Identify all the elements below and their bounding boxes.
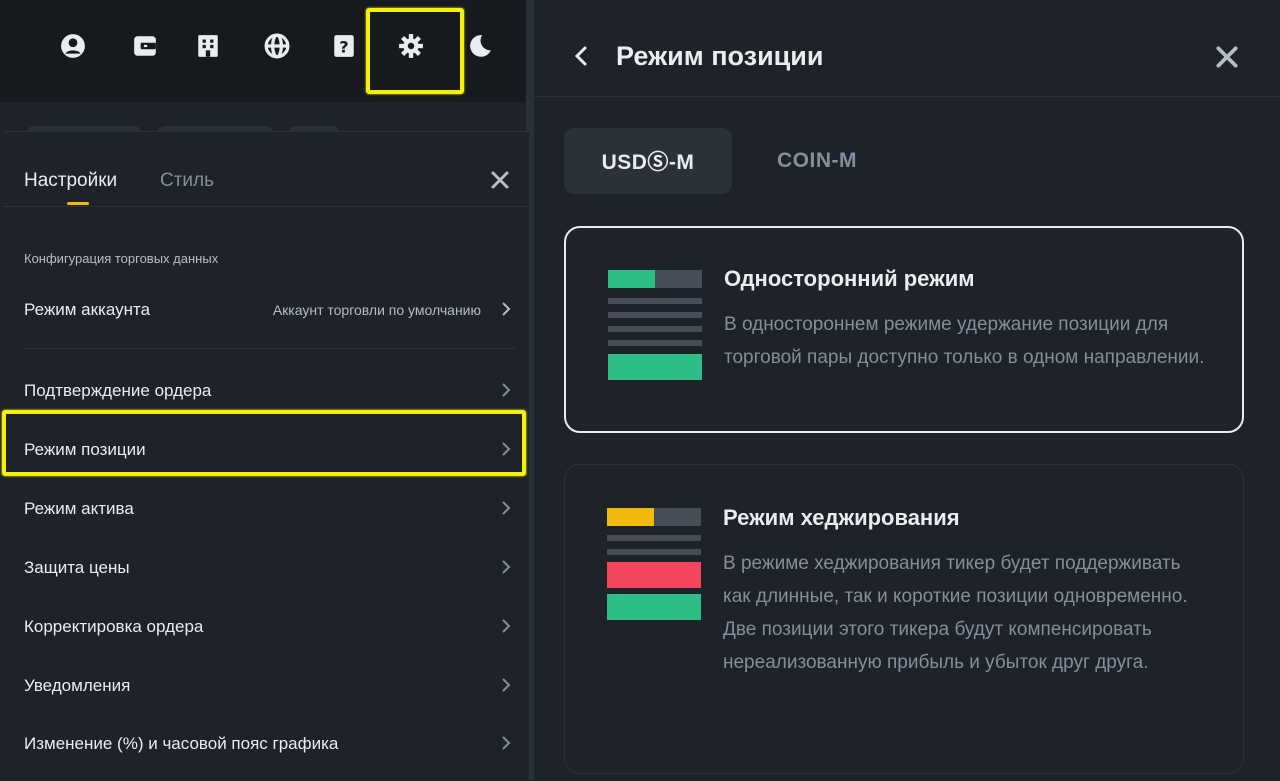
- divider: [24, 348, 516, 349]
- tab-style[interactable]: Стиль: [160, 170, 214, 192]
- gear-icon[interactable]: [393, 28, 429, 64]
- menu-item-order-adjustment[interactable]: Корректировка ордера: [3, 606, 529, 646]
- one-way-illustration: [608, 270, 702, 382]
- account-mode-row[interactable]: Режим аккаунта Аккаунт торговли по умолч…: [3, 289, 529, 329]
- segment-usds-m[interactable]: USDⓈ-M: [564, 128, 732, 194]
- menu-item-position-mode[interactable]: Режим позиции: [3, 429, 529, 469]
- menu-item-label: Режим позиции: [24, 440, 146, 459]
- illustration-green-bar: [608, 354, 702, 380]
- position-mode-panel: Режим позиции USDⓈ-M COIN-M Односторонни…: [533, 0, 1280, 780]
- svg-text:?: ?: [339, 38, 348, 57]
- illustration-yellow-block: [607, 508, 654, 526]
- menu-item-label: Изменение (%) и часовой пояс графика: [24, 734, 339, 753]
- chevron-right-icon: [502, 619, 511, 633]
- tab-settings[interactable]: Настройки: [24, 170, 117, 192]
- help-icon[interactable]: ?: [326, 28, 362, 64]
- account-mode-label: Режим аккаунта: [24, 300, 151, 319]
- chevron-right-icon: [502, 383, 511, 397]
- illustration-gray-block: [655, 270, 702, 288]
- top-toolbar: ?: [0, 0, 526, 102]
- menu-item-notifications[interactable]: Уведомления: [3, 665, 529, 705]
- illustration-green-block: [608, 270, 655, 288]
- panel-header: Режим позиции: [534, 0, 1280, 97]
- mode-title: Режим хеджирования: [723, 505, 960, 530]
- one-way-mode-card[interactable]: Односторонний режим В одностороннем режи…: [564, 226, 1244, 433]
- menu-item-label: Защита цены: [24, 558, 130, 577]
- segment-coin-m[interactable]: COIN-M: [746, 128, 888, 194]
- illustration-line: [608, 312, 702, 318]
- account-mode-value: Аккаунт торговли по умолчанию: [272, 302, 481, 318]
- chevron-right-icon: [502, 442, 511, 456]
- menu-item-label: Корректировка ордера: [24, 617, 204, 636]
- chevron-right-icon: [502, 501, 511, 515]
- left-column: ? Настройки Стиль Конфигурация торговых …: [0, 0, 533, 781]
- mode-description: В одностороннем режиме удержание позиции…: [724, 314, 1205, 368]
- user-circle-icon[interactable]: [55, 28, 91, 64]
- settings-tabs: Настройки Стиль: [3, 132, 529, 207]
- illustration-green-bar: [607, 594, 701, 620]
- building-icon[interactable]: [190, 28, 226, 64]
- back-chevron-icon[interactable]: [574, 45, 588, 67]
- menu-item-label: Уведомления: [24, 676, 131, 695]
- menu-item-order-confirmation[interactable]: Подтверждение ордера: [3, 370, 529, 410]
- illustration-line: [608, 298, 702, 304]
- illustration-line: [608, 340, 702, 346]
- illustration-line: [608, 326, 702, 332]
- chevron-right-icon: [502, 678, 511, 692]
- illustration-line: [607, 535, 701, 541]
- illustration-line: [607, 549, 701, 555]
- chevron-right-icon: [502, 560, 511, 574]
- mode-description: В режиме хеджирования тикер будет поддер…: [723, 553, 1188, 673]
- close-icon[interactable]: [488, 168, 512, 192]
- active-tab-indicator: [67, 202, 89, 205]
- hedge-illustration: [607, 508, 701, 620]
- menu-item-price-protection[interactable]: Защита цены: [3, 547, 529, 587]
- moon-icon[interactable]: [462, 28, 498, 64]
- menu-item-chart-change-timezone[interactable]: Изменение (%) и часовой пояс графика: [3, 723, 529, 763]
- close-icon[interactable]: [1214, 44, 1240, 70]
- menu-item-label: Режим актива: [24, 499, 134, 518]
- chevron-right-icon: [502, 736, 511, 750]
- illustration-gray-block: [654, 508, 701, 526]
- settings-panel: Настройки Стиль Конфигурация торговых да…: [3, 131, 529, 781]
- illustration-red-bar: [607, 562, 701, 588]
- panel-title: Режим позиции: [616, 41, 824, 71]
- hedge-mode-card[interactable]: Режим хеджирования В режиме хеджирования…: [564, 464, 1244, 774]
- menu-item-asset-mode[interactable]: Режим актива: [3, 488, 529, 528]
- section-title: Конфигурация торговых данных: [24, 251, 219, 266]
- background-tabs-strip: [0, 108, 526, 146]
- mode-title: Односторонний режим: [724, 266, 975, 291]
- globe-icon[interactable]: [259, 28, 295, 64]
- menu-item-label: Подтверждение ордера: [24, 381, 212, 400]
- wallet-icon[interactable]: [127, 28, 163, 64]
- chevron-right-icon: [502, 302, 511, 316]
